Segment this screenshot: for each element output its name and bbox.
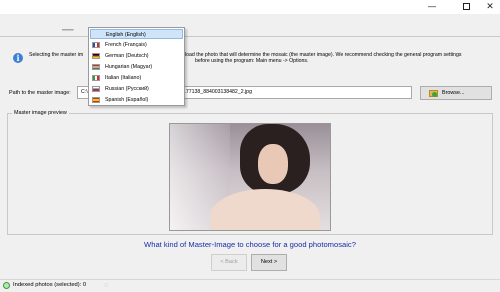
hungary-flag-icon: [92, 64, 100, 70]
master-image-help-link[interactable]: What kind of Master-Image to choose for …: [0, 240, 500, 249]
path-label: Path to the master image:: [9, 90, 71, 96]
language-item-italian[interactable]: Italian (Italiano): [90, 73, 183, 83]
language-item-label: Hungarian (Magyar): [105, 64, 153, 70]
language-item-russian[interactable]: Russian (Русский): [90, 84, 183, 94]
indexed-photos-icon: [3, 282, 10, 289]
language-item-spanish[interactable]: Spanish (Español): [90, 95, 183, 105]
france-flag-icon: [92, 42, 100, 48]
preview-legend: Master image preview: [12, 110, 69, 116]
language-item-label: German (Deutsch): [105, 53, 149, 59]
browse-button-label: Browse...: [442, 90, 465, 96]
status-text: Indexed photos (selected): 0: [13, 282, 87, 288]
loading-spinner-icon: ◌: [104, 282, 109, 289]
close-button[interactable]: ✕: [476, 0, 500, 14]
russia-flag-icon: [92, 86, 100, 92]
maximize-icon: [462, 3, 470, 10]
path-value-suffix: 177138_884003138482_2.jpg: [183, 89, 252, 95]
language-item-french[interactable]: French (Français): [90, 40, 183, 50]
language-item-label: French (Français): [105, 42, 147, 48]
browse-button[interactable]: Browse...: [420, 86, 492, 100]
info-text-line2: before using the program: Main menu -> O…: [195, 58, 309, 64]
status-bar: Indexed photos (selected): 0 ◌: [0, 279, 500, 292]
title-bar: — ✕: [0, 0, 500, 14]
language-item-german[interactable]: German (Deutsch): [90, 51, 183, 61]
germany-flag-icon: [92, 53, 100, 59]
language-item-hungarian[interactable]: Hungarian (Magyar): [90, 62, 183, 72]
master-image-preview: [169, 123, 331, 231]
tab-fragment: ▁▁▁: [62, 25, 74, 31]
language-item-label: Russian (Русский): [105, 86, 149, 92]
language-item-english[interactable]: English (English): [90, 29, 183, 39]
folder-icon: [429, 90, 438, 97]
language-item-label: Italian (Italiano): [105, 75, 142, 81]
back-button[interactable]: < Back: [211, 254, 247, 271]
language-item-label: Spanish (Español): [105, 97, 149, 103]
italy-flag-icon: [92, 75, 100, 81]
language-menu: English (English) French (Français) Germ…: [88, 27, 185, 106]
tab-strip-divider: [0, 36, 500, 37]
info-text-prefix: Selecting the master im: [29, 52, 84, 58]
tab-strip: [0, 14, 500, 38]
next-button[interactable]: Next >: [251, 254, 287, 271]
photo-face: [258, 144, 288, 184]
minimize-button[interactable]: —: [418, 0, 446, 14]
spain-flag-icon: [92, 97, 100, 103]
info-icon: i: [13, 53, 23, 63]
language-item-label: English (English): [106, 32, 146, 38]
